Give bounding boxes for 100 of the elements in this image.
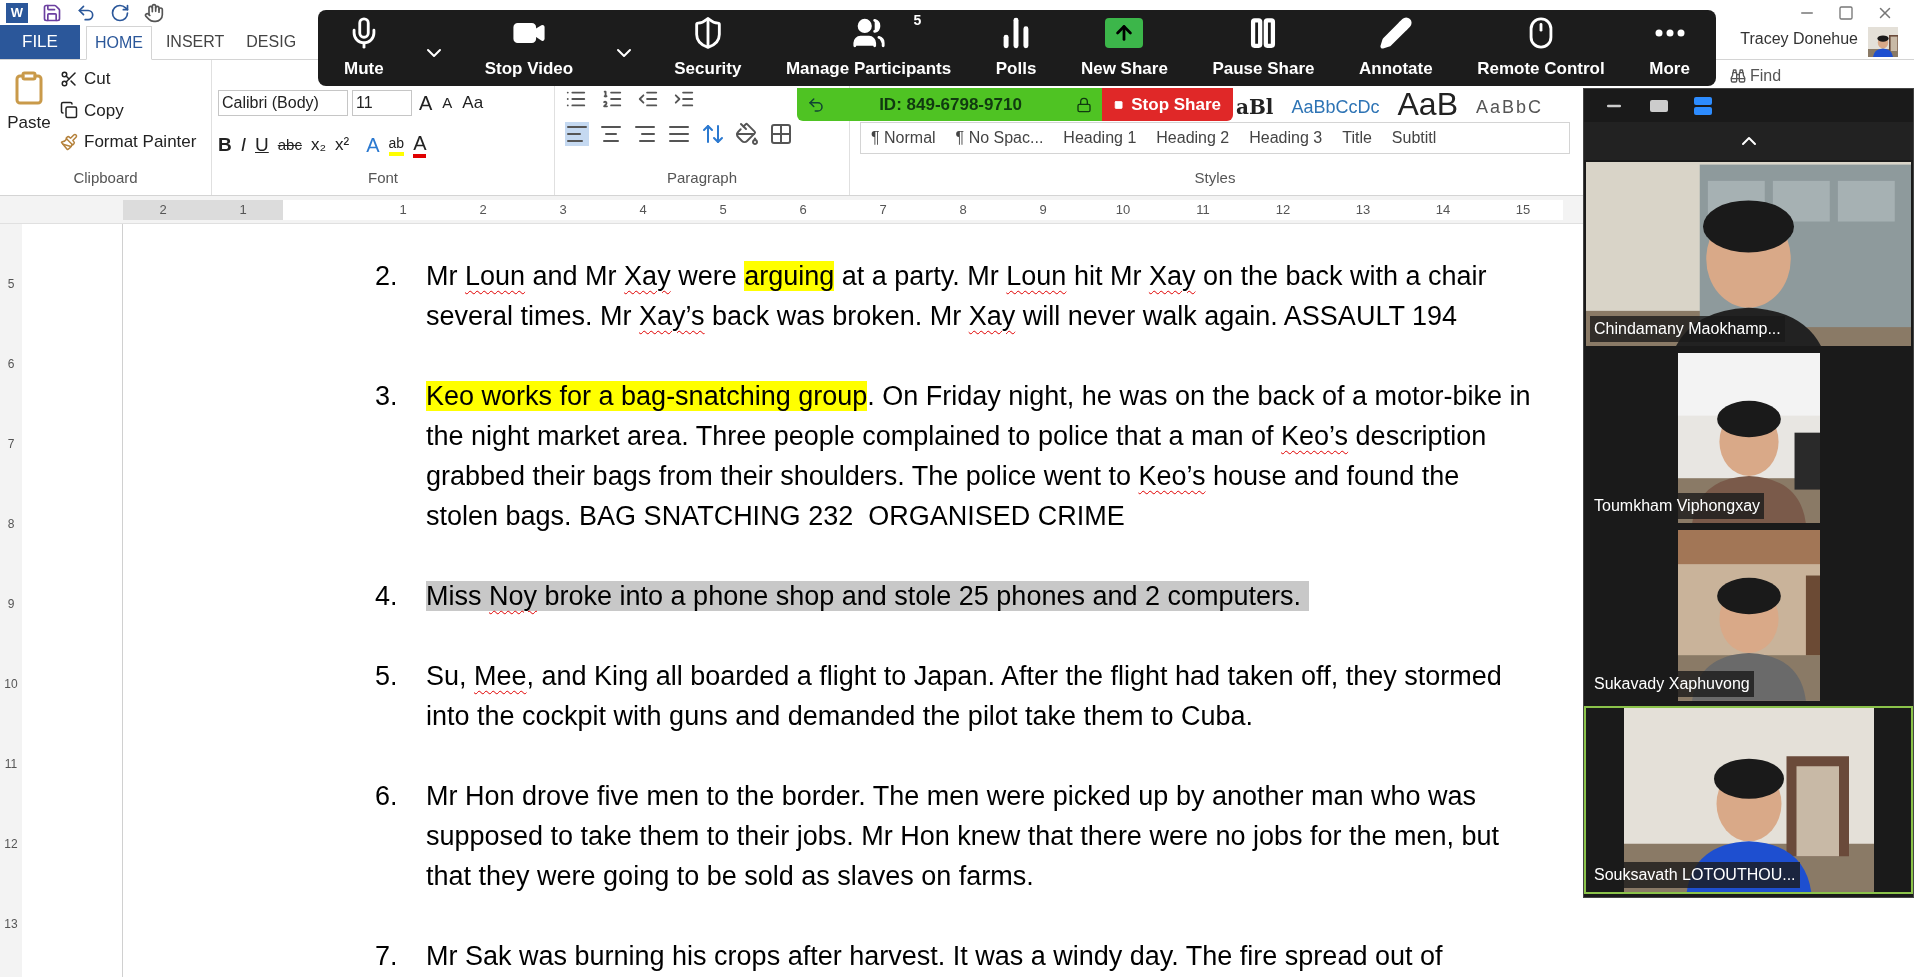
group-label: Clipboard xyxy=(73,167,138,188)
gallery-view-icon[interactable] xyxy=(1694,96,1712,115)
borders-icon[interactable] xyxy=(769,122,793,146)
format-button[interactable]: x₂ xyxy=(310,132,327,158)
user-name[interactable]: Tracey Donehue xyxy=(1740,27,1858,51)
document-text-line: the night market area. Three people complained to police that a man of Keo’s description xyxy=(426,420,1488,453)
ruler-number: 3 xyxy=(558,200,568,219)
list-number: 7. xyxy=(375,940,399,973)
meeting-control[interactable]: Pause Share xyxy=(1206,14,1321,82)
video-tile[interactable]: Souksavath LOTOUTHOU... xyxy=(1584,706,1913,894)
style-item[interactable]: Heading 2 xyxy=(1146,126,1240,150)
style-item[interactable]: Heading 1 xyxy=(1053,126,1147,150)
change-case-button[interactable]: Aa xyxy=(459,90,487,116)
ribbon-tab[interactable]: INSERT xyxy=(157,25,233,59)
ribbon-tab[interactable]: FILE xyxy=(0,25,80,59)
stop-share-button[interactable]: Stop Share xyxy=(1102,88,1233,121)
document-text-line: into the cockpit with guns and demanded the pilot take them to Cuba. xyxy=(426,700,1255,733)
list-number: 6. xyxy=(375,780,399,813)
document-text-line: Keo works for a bag-snatching group. On Friday night, he was on the back of a motor-bike in xyxy=(426,380,1531,413)
line-spacing-icon[interactable] xyxy=(701,122,725,146)
clipboard-button[interactable]: Cut xyxy=(60,66,197,92)
meeting-control[interactable]: Manage Participants 5 xyxy=(779,14,958,82)
highlight-color-button[interactable]: ab xyxy=(388,134,405,156)
align-left-icon[interactable] xyxy=(565,122,589,146)
participant-name: Chindamany Maokhamp... xyxy=(1590,315,1785,342)
copy-icon xyxy=(60,101,78,120)
ruler-number: 11 xyxy=(1195,200,1211,219)
ruler-number: 15 xyxy=(1514,200,1532,219)
ruler-number: 14 xyxy=(1434,200,1452,219)
scissors-icon xyxy=(60,69,78,88)
ruler-number: 9 xyxy=(7,596,15,613)
document-text-line: Mr Sak was burning his crops after harvest. It was a windy day. The fire spread out of xyxy=(426,940,1443,973)
lock-icon xyxy=(1076,96,1092,113)
shrink-font-button[interactable]: A xyxy=(439,91,456,115)
ruler-number: 9 xyxy=(1038,200,1048,219)
touch-mode-icon[interactable] xyxy=(144,3,164,23)
thumbnail-view-icon[interactable] xyxy=(1650,99,1668,112)
style-item[interactable]: ¶ Normal xyxy=(861,126,946,150)
maximize-icon[interactable] xyxy=(1838,5,1854,21)
list-number: 3. xyxy=(375,380,399,413)
meeting-control[interactable]: More xyxy=(1643,14,1696,82)
style-preview[interactable]: AaB xyxy=(1397,88,1458,120)
meeting-control[interactable]: Mute xyxy=(338,14,390,82)
ruler-number: 8 xyxy=(958,200,968,219)
pencil-icon xyxy=(1378,16,1413,51)
more-icon xyxy=(1654,29,1685,38)
grow-font-button[interactable]: A xyxy=(416,88,436,118)
meeting-control[interactable]: Remote Control xyxy=(1471,14,1611,82)
meeting-control[interactable]: New Share xyxy=(1074,14,1174,82)
style-item[interactable]: Subtitl xyxy=(1381,126,1447,150)
ruler-number: 6 xyxy=(798,200,808,219)
document-text-line: stolen bags. BAG SNATCHING 232 ORGANISED CRIME xyxy=(426,500,1126,533)
meeting-control[interactable]: Security xyxy=(668,14,748,82)
style-preview[interactable]: aBl xyxy=(1236,94,1274,120)
ruler-number: 10 xyxy=(1114,200,1132,219)
font-size-field[interactable]: 11 xyxy=(352,90,412,116)
ruler-number: 4 xyxy=(638,200,648,219)
paste-button[interactable]: Paste xyxy=(6,66,52,167)
undo-icon[interactable] xyxy=(76,3,96,23)
style-item[interactable]: Heading 3 xyxy=(1239,126,1333,150)
document-text-line: several times. Mr Xay’s back was broken. Mr Xay will never walk again. ASSAULT 194 xyxy=(426,300,1458,333)
ruler-number: 5 xyxy=(718,200,728,219)
text-effects-button[interactable]: A xyxy=(366,130,380,160)
paintbrush-icon xyxy=(60,132,78,151)
ruler-number: 6 xyxy=(7,356,15,373)
format-button[interactable]: x² xyxy=(335,132,350,158)
ruler-number: 1 xyxy=(203,199,283,220)
word-app-icon[interactable]: W xyxy=(6,3,28,23)
redo-icon[interactable] xyxy=(110,3,130,23)
meeting-id: ID: 849-6798-9710 xyxy=(878,93,1023,116)
format-button[interactable]: B xyxy=(218,130,232,160)
list-number: 2. xyxy=(375,260,399,293)
font-name-field[interactable]: Calibri (Body) xyxy=(218,90,348,116)
meeting-control[interactable]: Stop Video xyxy=(478,14,580,82)
video-tile[interactable]: Chindamany Maokhamp... xyxy=(1584,159,1913,348)
shading-icon[interactable] xyxy=(735,122,759,146)
meeting-control[interactable]: Annotate xyxy=(1353,14,1439,82)
save-icon[interactable] xyxy=(42,3,62,23)
style-preview[interactable]: AaBbCcDc xyxy=(1291,94,1380,120)
ruler-number: 5 xyxy=(7,276,15,293)
document-text-line: grabbed their bags from their shoulders. The police went to Keo’s house and found the xyxy=(426,460,1461,493)
numbering-icon[interactable] xyxy=(601,88,623,110)
format-button[interactable]: I xyxy=(240,130,246,160)
ribbon-tab[interactable]: HOME xyxy=(85,26,152,60)
stop-icon xyxy=(1114,98,1124,111)
ribbon-tab[interactable]: DESIG xyxy=(238,25,305,59)
ruler-number: 7 xyxy=(878,200,888,219)
document-text-line: Mr Hon drove five men to the border. The men were picked up by another man who was xyxy=(426,780,1478,813)
format-button[interactable]: U xyxy=(255,130,269,160)
style-preview[interactable]: AaBbC xyxy=(1476,94,1544,120)
meeting-control[interactable]: Polls xyxy=(989,14,1043,82)
font-color-button[interactable]: A xyxy=(413,132,427,158)
format-button[interactable]: abc xyxy=(277,133,302,157)
ruler-number: 2 xyxy=(123,199,203,220)
style-item[interactable]: Title xyxy=(1332,126,1382,150)
style-item[interactable]: ¶ No Spac... xyxy=(945,126,1054,150)
find-button[interactable]: Find xyxy=(1730,64,1782,88)
clipboard-button[interactable]: Copy xyxy=(60,97,197,123)
clipboard-button[interactable]: Format Painter xyxy=(60,129,197,155)
ruler-number: 8 xyxy=(7,516,15,533)
